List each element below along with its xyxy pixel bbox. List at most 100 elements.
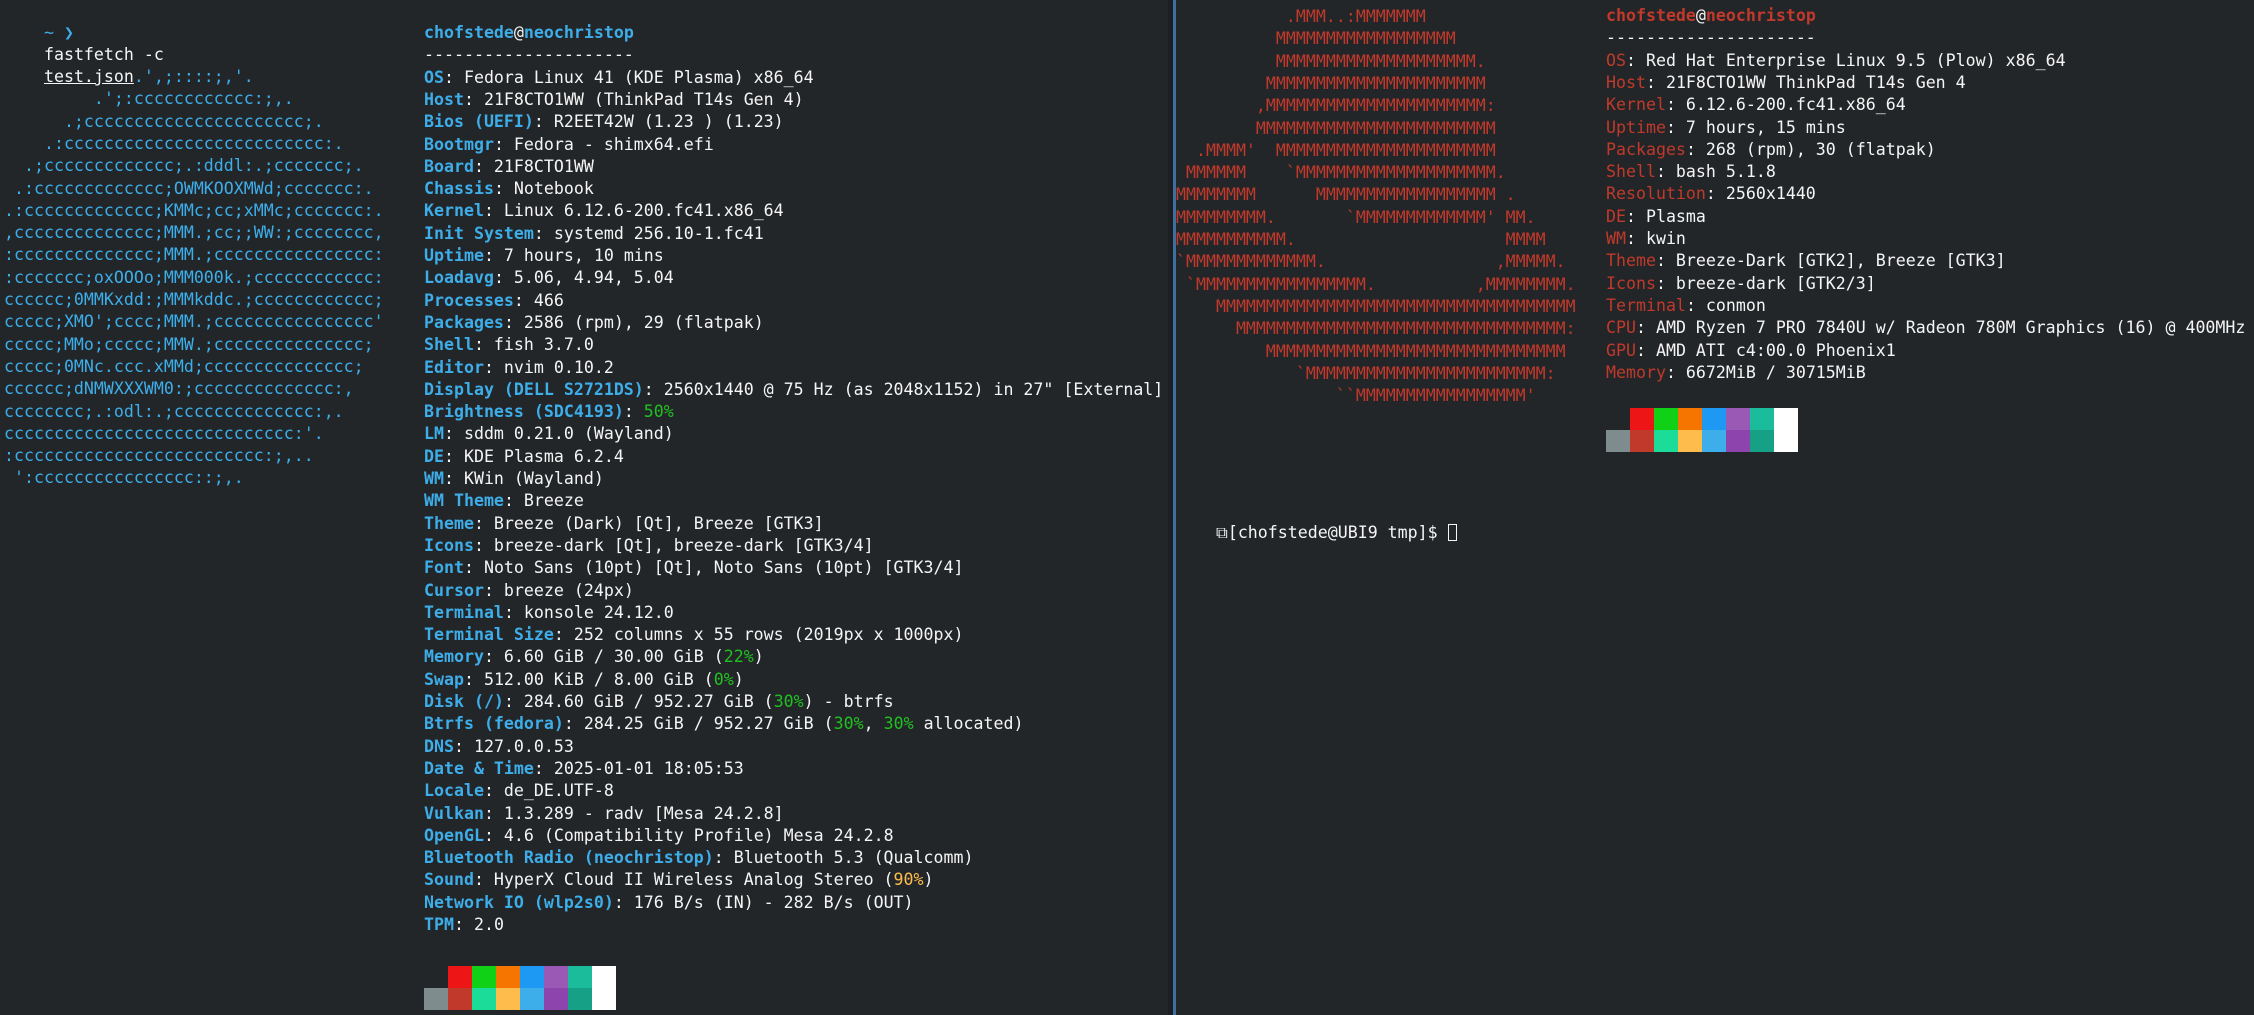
color-swatch [568,988,592,1010]
color-swatch [1726,430,1750,452]
redhat-logo-line: MMMMMM `MMMMMMMMMMMMMMMMMMMM. [1176,163,1506,183]
fedora-logo-line: .:cccccccccccccccccccccccccc:. [4,133,344,153]
info-row: Editor: nvim 0.10.2 [424,357,614,379]
info-key: Editor [424,357,484,377]
info-value: : 127.0.0.53 [453,736,574,756]
info-row: Bluetooth Radio (neochristop): Bluetooth… [424,847,973,869]
color-swatch [448,966,472,988]
info-row: Theme: Breeze (Dark) [Qt], Breeze [GTK3] [424,513,824,535]
command-prompt-line: ~ ❯ fastfetch -c test.json [4,0,164,86]
info-row: WM: KWin (Wayland) [424,468,604,490]
info-tail: ) [753,647,764,667]
color-swatch [1702,430,1726,452]
info-value: : systemd 256.10-1.fc41 [533,223,764,243]
color-swatch [1678,430,1702,452]
color-swatch [496,988,520,1010]
user-host-title-right: chofstede@neochristop [1606,6,1816,25]
color-swatch [472,988,496,1010]
info-row: Font: Noto Sans (10pt) [Qt], Noto Sans (… [424,557,963,579]
info-key: Disk (/) [424,692,504,711]
info-key: Memory [424,647,484,667]
title-separator-right: --------------------- [1606,28,1816,47]
percent-value: 0% [713,669,734,689]
info-value: : Bluetooth 5.3 (Qualcomm) [713,848,974,868]
info-value: : AMD ATI c4:00.0 Phoenix1 [1635,340,1896,360]
info-value: : 6672MiB / 30715MiB [1665,362,1866,382]
info-key: Brightness (SDC4193) [424,402,624,422]
info-row: Swap: 512.00 KiB / 8.00 GiB (0%) [424,669,744,691]
info-key: Resolution [1606,184,1706,204]
info-key: Bootmgr [424,134,494,154]
info-key: OS [424,67,444,87]
container-icon: ⧉ [1215,523,1228,542]
info-value: : conmon [1685,295,1766,315]
info-value: : 7 hours, 15 mins [1665,117,1846,137]
info-row: Theme: Breeze-Dark [GTK2], Breeze [GTK3] [1606,250,2006,272]
info-key: Kernel [424,201,484,221]
fedora-logo-line: .:ccccccccccccc;OWMKOOXMWd;ccccccc:. [4,178,374,198]
info-row: Shell: fish 3.7.0 [424,334,594,356]
info-row: Bootmgr: Fedora - shimx64.efi [424,134,714,156]
info-value: : 21F8CTO1WW (ThinkPad T14s Gen 4) [463,89,804,109]
info-value: : 4.6 (Compatibility Profile) Mesa 24.2.… [483,825,894,845]
color-swatch [592,988,616,1010]
info-row: WM Theme: Breeze [424,490,584,512]
text-cursor [1447,524,1457,541]
info-row: Packages: 268 (rpm), 30 (flatpak) [1606,139,1936,161]
color-swatch [424,966,448,988]
color-swatch [1726,408,1750,430]
info-value: : 6.12.6-200.fc41.x86_64 [1665,95,1906,115]
info-key: Memory [1606,362,1666,382]
fedora-logo-line: :ccccccccccccccccccccccccc:;,.. [4,446,314,466]
redhat-logo-line: MMMMMMMMMMMMMMMMMMMMMMMMMMMMMMMMM: [1176,319,1576,339]
info-key: Vulkan [424,803,484,823]
info-row: OS: Fedora Linux 41 (KDE Plasma) x86_64 [424,67,814,89]
info-tail: ) [733,669,744,689]
info-key: Board [424,156,474,176]
info-key: Swap [424,669,464,689]
color-swatch [472,966,496,988]
info-row: DE: Plasma [1606,206,1706,228]
info-value: : R2EET42W (1.23 ) (1.23) [533,112,784,132]
info-value: : sddm 0.21.0 (Wayland) [443,424,674,444]
info-key: Chassis [424,179,494,199]
right-terminal-pane[interactable]: .MMM..:MMMMMMM MMMMMMMMMMMMMMMMMM MMMMMM… [1176,0,2254,1015]
info-value: : 7 hours, 10 mins [483,246,664,265]
info-key: WM Theme [424,491,504,511]
fedora-logo-line: ccccccccccccccccccccccccccccc:'. [4,423,324,443]
percent-value: 90% [893,870,924,890]
color-swatch [448,988,472,1010]
info-key: LM [424,424,444,444]
info-key: Network IO (wlp2s0) [424,892,614,912]
info-value: : 284.25 GiB / 952.27 GiB ( [563,714,834,734]
info-key: Display (DELL S2721DS) [424,379,644,399]
color-swatch [424,988,448,1010]
info-value: : AMD Ryzen 7 PRO 7840U w/ Radeon 780M G… [1635,318,2246,338]
info-key: Shell [1606,162,1656,182]
info-key: Theme [424,513,474,533]
left-terminal-pane[interactable]: ~ ❯ fastfetch -c test.json .',;::::;,'. … [0,0,1168,1015]
color-swatch [1654,430,1678,452]
info-row: Network IO (wlp2s0): 176 B/s (IN) - 282 … [424,892,914,914]
info-row: Icons: breeze-dark [GTK2/3] [1606,273,1876,295]
color-swatch [1654,408,1678,430]
color-swatch [544,966,568,988]
info-value: : 6.60 GiB / 30.00 GiB ( [483,647,724,667]
fedora-logo-line: .;cccccccccccccccccccccc;. [4,111,324,131]
info-value: : Fedora Linux 41 (KDE Plasma) x86_64 [443,67,814,87]
redhat-logo-line: MMMMMMMMMMMMMMMMMMMMMMMMMMMMMM [1176,341,1566,361]
fedora-logo-line: cccccc;dNMWXXXWM0:;cccccccccccccc:, [4,379,354,399]
info-row: OS: Red Hat Enterprise Linux 9.5 (Plow) … [1606,50,2066,72]
shell-prompt-line[interactable]: ⧉[chofstede@UBI9 tmp]$ [1176,500,1457,542]
info-row: Disk (/): 284.60 GiB / 952.27 GiB (30%) … [424,691,894,713]
redhat-logo-line: MMMMMMMMMMMMMMMMMMMMMMMM [1176,118,1496,138]
info-row: LM: sddm 0.21.0 (Wayland) [424,423,674,445]
prompt-command: fastfetch -c [43,45,164,64]
redhat-logo-line: .MMMM' MMMMMMMMMMMMMMMMMMMMMM [1176,140,1496,160]
info-value: : 21F8CTO1WW ThinkPad T14s Gen 4 [1645,72,1966,92]
color-swatch [1678,408,1702,430]
info-value: : Breeze (Dark) [Qt], Breeze [GTK3] [473,513,824,533]
info-row: Resolution: 2560x1440 [1606,183,1816,205]
fedora-logo-line: ccccc;XMO';cccc;MMM.;cccccccccccccccc' [4,312,384,332]
info-key: Terminal [1606,295,1686,315]
